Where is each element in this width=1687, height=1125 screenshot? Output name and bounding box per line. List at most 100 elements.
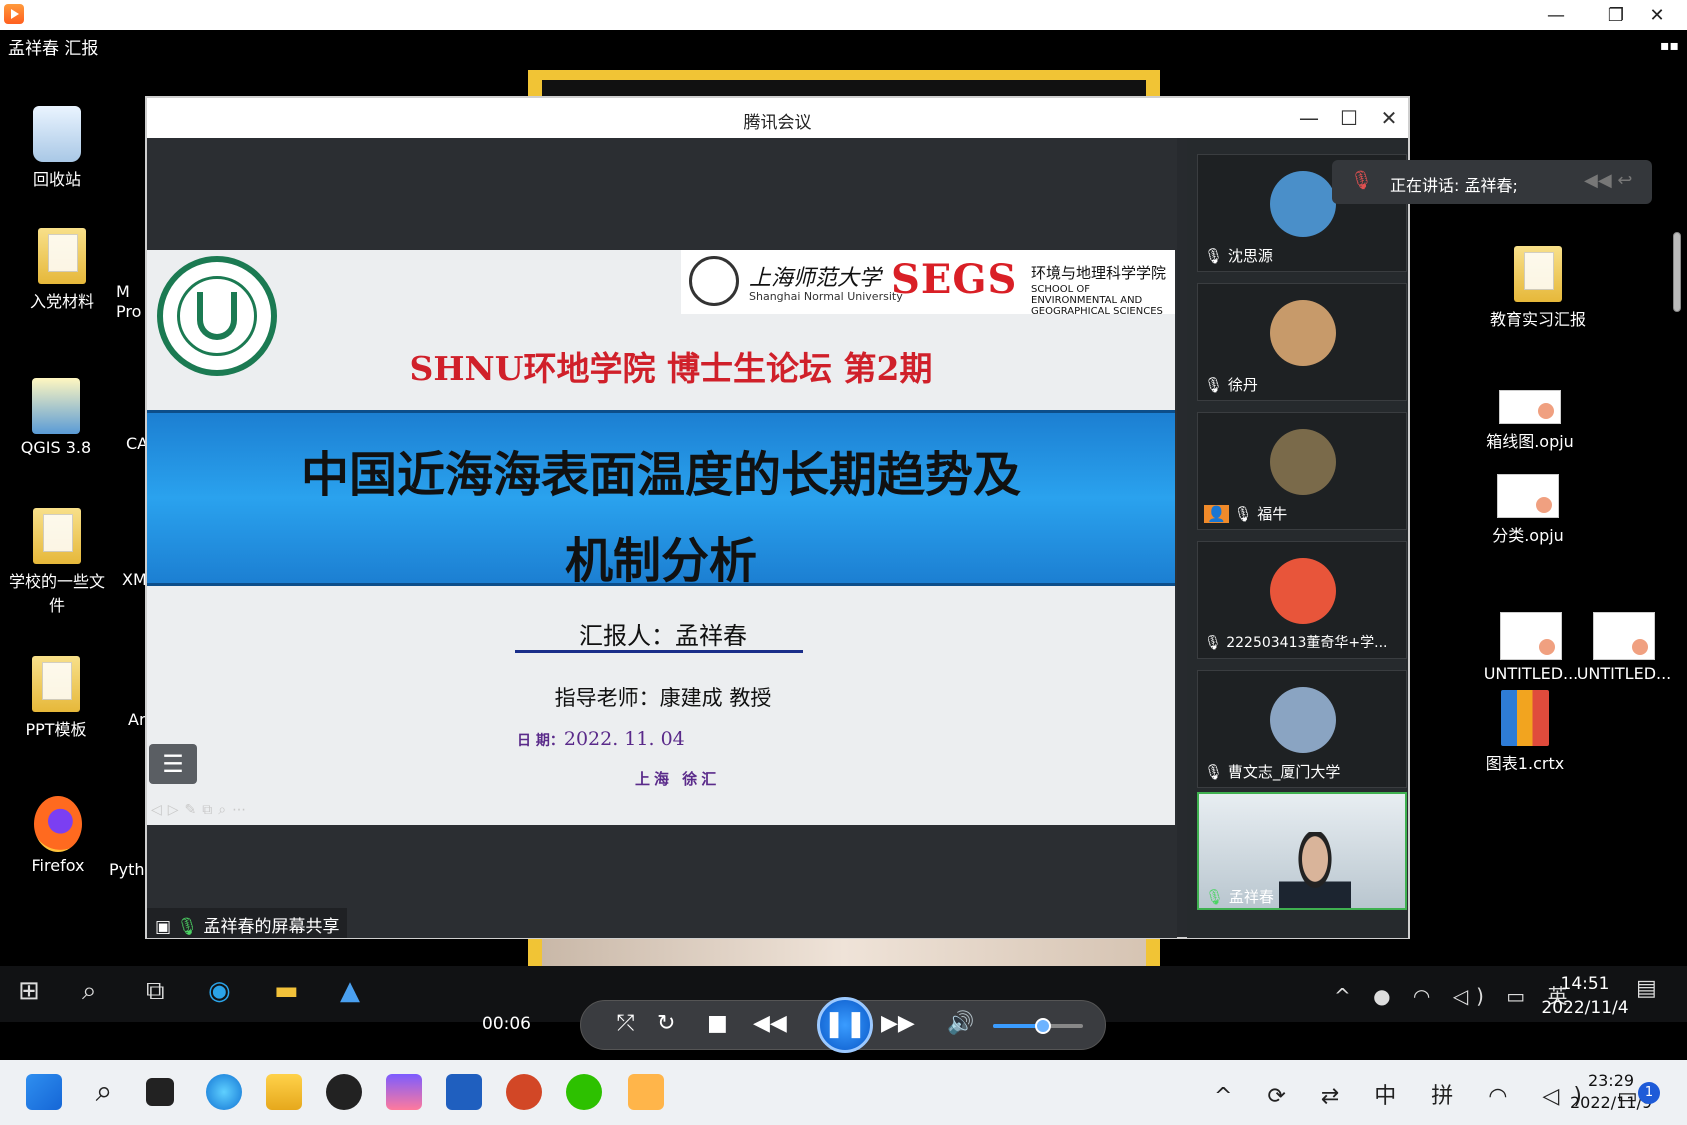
- university-name-en: Shanghai Normal University: [749, 290, 903, 303]
- desktop-icon-label: 箱线图.opju: [1486, 432, 1574, 451]
- host-video: [1279, 832, 1351, 908]
- powerpoint-icon[interactable]: [506, 1074, 542, 1110]
- word-icon[interactable]: [446, 1074, 482, 1110]
- desktop-icon-folder[interactable]: 入党材料: [12, 228, 112, 312]
- origin-project-icon: [1500, 612, 1562, 660]
- player-close-button[interactable]: ✕: [1627, 0, 1687, 30]
- desktop-icon-partial[interactable]: Pyth: [109, 860, 145, 879]
- desktop-icon-opju[interactable]: UNTITLED...: [1479, 612, 1583, 683]
- search-icon[interactable]: ⌕: [82, 976, 97, 1007]
- player-minimize-button[interactable]: —: [1526, 0, 1586, 30]
- desktop-icon-partial[interactable]: Ar: [128, 710, 146, 729]
- avatar: [1270, 300, 1336, 366]
- participant-tile[interactable]: 🎙 222503413董奇华+学...: [1197, 541, 1407, 659]
- desktop-icon-label: PPT模板: [25, 720, 87, 739]
- desktop-icon-opju[interactable]: 分类.opju: [1478, 474, 1578, 546]
- volume-icon[interactable]: 🔊: [947, 1011, 974, 1036]
- desktop-scrollbar[interactable]: [1673, 232, 1681, 312]
- taskbar-clock: 14:51 2022/11/4: [1520, 972, 1650, 1020]
- player-titlebar: — ❐ ✕: [0, 0, 1687, 30]
- folder-icon: [32, 656, 80, 712]
- slide-toolbar[interactable]: ◁▷✎⧉⌕⋯: [151, 802, 252, 818]
- desktop-icon-folder[interactable]: 教育实习汇报: [1488, 246, 1588, 330]
- collapse-icon[interactable]: ◀◀ ↩: [1584, 170, 1633, 191]
- desktop-icon-label: 回收站: [32, 170, 81, 189]
- participant-tile[interactable]: 👤 🎙 福牛: [1197, 412, 1407, 530]
- folder-icon: [1514, 246, 1562, 302]
- video-player-icon[interactable]: [628, 1074, 664, 1110]
- windows-start-icon[interactable]: ⊞: [18, 976, 40, 1006]
- file-explorer-icon[interactable]: ▬: [274, 976, 299, 1006]
- app-icon[interactable]: [326, 1074, 362, 1110]
- desktop-icon-opju[interactable]: UNTITLED...: [1572, 612, 1676, 683]
- windows-start-icon[interactable]: [26, 1074, 62, 1110]
- desktop-icon-label: Firefox: [31, 856, 85, 875]
- desktop-icon-label: UNTITLED...: [1576, 664, 1672, 683]
- photos-icon[interactable]: [386, 1074, 422, 1110]
- host-taskbar: ⌕ ^ ⟳ ⇄ 中 拼 ◠ ◁) ▭ 23:29 2022/11/9 1: [0, 1060, 1687, 1125]
- desktop-icon-partial[interactable]: XM: [122, 570, 147, 589]
- desktop-icon-qgis[interactable]: QGIS 3.8: [6, 378, 106, 457]
- pause-icon[interactable]: ❚❚: [817, 997, 873, 1053]
- microphone-icon: 🎙: [176, 917, 199, 937]
- volume-slider[interactable]: [993, 1018, 1083, 1034]
- participant-name: 🎙 222503413董奇华+学...: [1204, 632, 1387, 652]
- advisor: 指导老师：康建成 教授: [554, 686, 772, 710]
- task-view-icon[interactable]: [146, 1078, 174, 1106]
- volume-knob[interactable]: [1034, 1018, 1051, 1034]
- meeting-maximize-button[interactable]: ☐: [1329, 102, 1369, 134]
- file-explorer-icon[interactable]: [266, 1074, 302, 1110]
- meeting-close-button[interactable]: ✕: [1369, 102, 1409, 134]
- task-view-icon[interactable]: ⧉: [146, 976, 165, 1007]
- date-label: 日 期：: [517, 733, 564, 749]
- meeting-minimize-button[interactable]: —: [1289, 102, 1329, 134]
- mic-muted-icon: 🎙: [1204, 247, 1224, 265]
- background-window-edge: [528, 937, 1160, 967]
- edge-icon[interactable]: ◉: [208, 976, 231, 1006]
- participant-name: 🎙 孟祥春: [1205, 886, 1274, 907]
- tencent-meeting-icon[interactable]: ▲: [340, 976, 360, 1006]
- loop-icon[interactable]: ⤱: [617, 1011, 635, 1036]
- participant-tile[interactable]: 🎙 徐丹: [1197, 283, 1407, 401]
- desktop-icon-crtx[interactable]: 图表1.crtx: [1475, 690, 1575, 774]
- slide-title-line1: 中国近海海表面温度的长期趋势及: [300, 447, 1021, 503]
- fast-forward-icon[interactable]: ▶▶: [881, 1011, 915, 1036]
- host-video-tile[interactable]: 🎙 孟祥春: [1197, 792, 1407, 910]
- replay-icon[interactable]: ↻: [657, 1011, 675, 1036]
- rewind-icon[interactable]: ◀◀: [753, 1011, 787, 1036]
- notification-badge[interactable]: 1: [1638, 1082, 1660, 1104]
- edge-icon[interactable]: [206, 1074, 242, 1110]
- logo-banner: 上海师范大学 Shanghai Normal University SEGS 环…: [681, 250, 1175, 317]
- participant-tile[interactable]: 🎙 曹文志_厦门大学: [1197, 670, 1407, 788]
- user-icon: 👤: [1204, 505, 1229, 523]
- segs-logo: SEGS: [891, 256, 1018, 303]
- search-icon[interactable]: ⌕: [86, 1074, 122, 1110]
- participant-name-text: 222503413董奇华+学...: [1226, 635, 1388, 651]
- desktop-icon-opju[interactable]: 箱线图.opju: [1480, 390, 1580, 452]
- origin-project-icon: [1499, 390, 1561, 424]
- notification-icon[interactable]: ▤: [1636, 976, 1657, 1001]
- forum-title: SHNU环地学院 博士生论坛 第2期: [409, 349, 933, 388]
- participant-name-text: 曹文志_厦门大学: [1227, 763, 1341, 781]
- grid-icon[interactable]: ▪▪: [1660, 38, 1679, 54]
- desktop-icon-recycle-bin[interactable]: 回收站: [7, 106, 107, 190]
- participant-name: 🎙 曹文志_厦门大学: [1204, 761, 1340, 782]
- desktop-icon-folder[interactable]: 学校的一些文件: [5, 508, 109, 616]
- stop-icon[interactable]: ■: [707, 1011, 728, 1036]
- desktop-icon-label: 学校的一些文件: [8, 572, 105, 615]
- wechat-icon[interactable]: [566, 1074, 602, 1110]
- microphone-icon: 🎙: [1205, 888, 1225, 906]
- mic-muted-icon: 🎙: [1204, 376, 1224, 394]
- reporter-underline: [515, 650, 803, 653]
- media-title: 孟祥春 汇报: [8, 39, 99, 59]
- participant-name-text: 福牛: [1257, 505, 1288, 523]
- desktop-icon-firefox[interactable]: Firefox: [8, 796, 108, 875]
- slide-place: 上海 徐汇: [635, 770, 721, 788]
- slide-menu-icon[interactable]: ☰: [149, 744, 197, 784]
- desktop-icon-partial[interactable]: M Pro: [116, 282, 141, 322]
- university-name-cn: 上海师范大学: [749, 266, 882, 291]
- desktop-icon-folder[interactable]: PPT模板: [6, 656, 106, 740]
- date-value: 2022. 11. 04: [563, 728, 685, 750]
- title-band: 中国近海海表面温度的长期趋势及 机制分析: [147, 410, 1175, 589]
- avatar: [1270, 687, 1336, 753]
